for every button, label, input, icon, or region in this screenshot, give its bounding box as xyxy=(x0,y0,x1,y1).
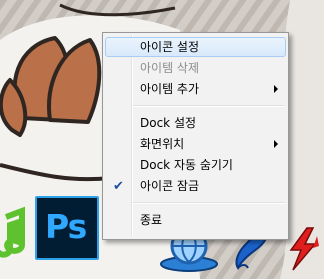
checkmark-icon: ✔ xyxy=(113,179,124,194)
menu-separator xyxy=(133,202,285,204)
submenu-arrow-icon xyxy=(274,85,278,93)
menu-item-label: 화면위치 xyxy=(140,137,185,151)
menu-item-exit[interactable]: 종료 xyxy=(105,210,286,230)
menu-item-add-item[interactable]: 아이템 추가 xyxy=(105,79,286,99)
music-app-icon[interactable] xyxy=(0,205,30,260)
menu-item-label: 아이콘 설정 xyxy=(140,40,200,54)
photoshop-icon[interactable]: Ps xyxy=(35,196,99,260)
menu-item-screen-position[interactable]: 화면위치 xyxy=(105,134,286,154)
menu-item-dock-autohide[interactable]: Dock 자동 숨기기 xyxy=(105,155,286,175)
menu-item-label: 아이콘 잠금 xyxy=(140,179,200,193)
menu-separator xyxy=(133,105,285,107)
menu-item-dock-settings[interactable]: Dock 설정 xyxy=(105,113,286,133)
menu-item-label: Dock 설정 xyxy=(140,116,197,130)
menu-item-label: Dock 자동 숨기기 xyxy=(140,158,233,172)
photoshop-icon-label: Ps xyxy=(45,207,87,246)
submenu-arrow-icon xyxy=(274,140,278,148)
dock-context-menu: 아이콘 설정 아이템 삭제 아이템 추가 Dock 설정 화면위치 Dock 자… xyxy=(102,32,289,240)
flash-icon[interactable] xyxy=(283,226,324,272)
menu-item-label: 종료 xyxy=(140,213,163,227)
menu-item-label: 아이템 추가 xyxy=(140,82,200,96)
menu-item-icon-settings[interactable]: 아이콘 설정 xyxy=(105,37,286,57)
menu-item-delete-item: 아이템 삭제 xyxy=(105,58,286,78)
menu-item-label: 아이템 삭제 xyxy=(140,61,200,75)
menu-item-lock-icons[interactable]: ✔ 아이콘 잠금 xyxy=(105,176,286,196)
